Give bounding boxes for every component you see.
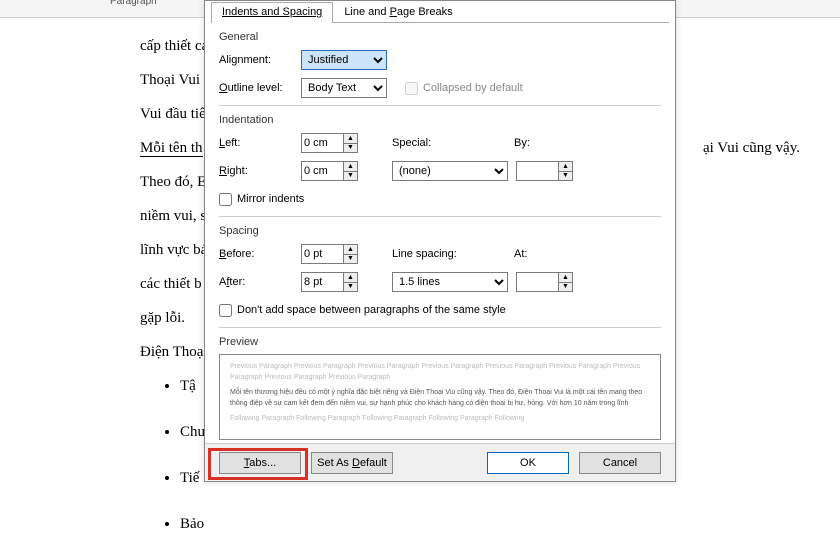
spin-down-icon[interactable]: ▼	[344, 255, 357, 264]
by-input[interactable]	[516, 161, 558, 181]
preview-next: Following Paragraph Following Paragraph …	[230, 413, 650, 424]
set-default-button[interactable]: Set As Default	[311, 452, 393, 474]
spin-down-icon[interactable]: ▼	[344, 144, 357, 153]
line-spacing-select[interactable]: 1.5 lines	[392, 272, 508, 292]
at-label: At:	[514, 248, 527, 260]
separator	[219, 216, 661, 217]
separator	[219, 105, 661, 106]
spin-up-icon[interactable]: ▲	[559, 273, 572, 283]
alignment-label: Alignment:	[219, 54, 301, 66]
alignment-select[interactable]: Justified	[301, 50, 387, 70]
indent-left-spinner[interactable]: ▲▼	[301, 133, 358, 153]
at-input[interactable]	[516, 272, 558, 292]
list-item: Bảo	[180, 510, 800, 538]
spin-down-icon[interactable]: ▼	[344, 283, 357, 292]
preview-prev: Previous Paragraph Previous Paragraph Pr…	[230, 361, 650, 383]
outline-label: Outline level:	[219, 82, 301, 94]
spin-down-icon[interactable]: ▼	[344, 172, 357, 181]
preview-box: Previous Paragraph Previous Paragraph Pr…	[219, 354, 661, 440]
after-spinner[interactable]: ▲▼	[301, 272, 358, 292]
spin-up-icon[interactable]: ▲	[344, 273, 357, 283]
dialog-button-row: Tabs... Set As Default OK Cancel	[205, 443, 675, 481]
spin-down-icon[interactable]: ▼	[559, 172, 572, 181]
after-input[interactable]	[301, 272, 343, 292]
by-spinner[interactable]: ▲▼	[516, 161, 573, 181]
special-label: Special:	[392, 137, 492, 149]
cancel-button[interactable]: Cancel	[579, 452, 661, 474]
mirror-indents-checkbox[interactable]: Mirror indents	[219, 193, 304, 206]
section-preview: Preview	[219, 336, 661, 348]
no-space-checkbox[interactable]: Don't add space between paragraphs of th…	[219, 304, 506, 317]
spin-up-icon[interactable]: ▲	[344, 245, 357, 255]
section-indentation: Indentation	[219, 114, 661, 126]
collapsed-checkbox-input	[405, 82, 418, 95]
spin-up-icon[interactable]: ▲	[559, 162, 572, 172]
section-general: General	[219, 31, 661, 43]
preview-current: Mỗi tên thương hiệu đều có một ý nghĩa đ…	[230, 387, 650, 409]
collapsed-checkbox: Collapsed by default	[405, 82, 523, 95]
indent-left-label: Left:	[219, 137, 301, 149]
mirror-indents-input[interactable]	[219, 193, 232, 206]
indent-right-spinner[interactable]: ▲▼	[301, 161, 358, 181]
before-input[interactable]	[301, 244, 343, 264]
tab-line-page-breaks[interactable]: Line and Page Breaks	[333, 2, 463, 23]
indent-right-input[interactable]	[301, 161, 343, 181]
separator	[219, 327, 661, 328]
indent-right-label: Right:	[219, 165, 301, 177]
outline-select[interactable]: Body Text	[301, 78, 387, 98]
before-spinner[interactable]: ▲▼	[301, 244, 358, 264]
by-label: By:	[514, 137, 530, 149]
special-select[interactable]: (none)	[392, 161, 508, 181]
no-space-input[interactable]	[219, 304, 232, 317]
spin-up-icon[interactable]: ▲	[344, 134, 357, 144]
tabs-button[interactable]: Tabs...	[219, 452, 301, 474]
ok-button[interactable]: OK	[487, 452, 569, 474]
spin-up-icon[interactable]: ▲	[344, 162, 357, 172]
before-label: Before:	[219, 248, 301, 260]
after-label: After:	[219, 276, 301, 288]
indent-left-input[interactable]	[301, 133, 343, 153]
at-spinner[interactable]: ▲▼	[516, 272, 573, 292]
spin-down-icon[interactable]: ▼	[559, 283, 572, 292]
ruler-label: Paragraph	[110, 0, 157, 7]
tab-indents-spacing[interactable]: Indents and Spacing	[211, 2, 333, 23]
line-spacing-label: Line spacing:	[392, 248, 492, 260]
paragraph-dialog: Indents and Spacing Line and Page Breaks…	[204, 0, 676, 482]
section-spacing: Spacing	[219, 225, 661, 237]
dialog-tabs: Indents and Spacing Line and Page Breaks	[211, 1, 669, 23]
